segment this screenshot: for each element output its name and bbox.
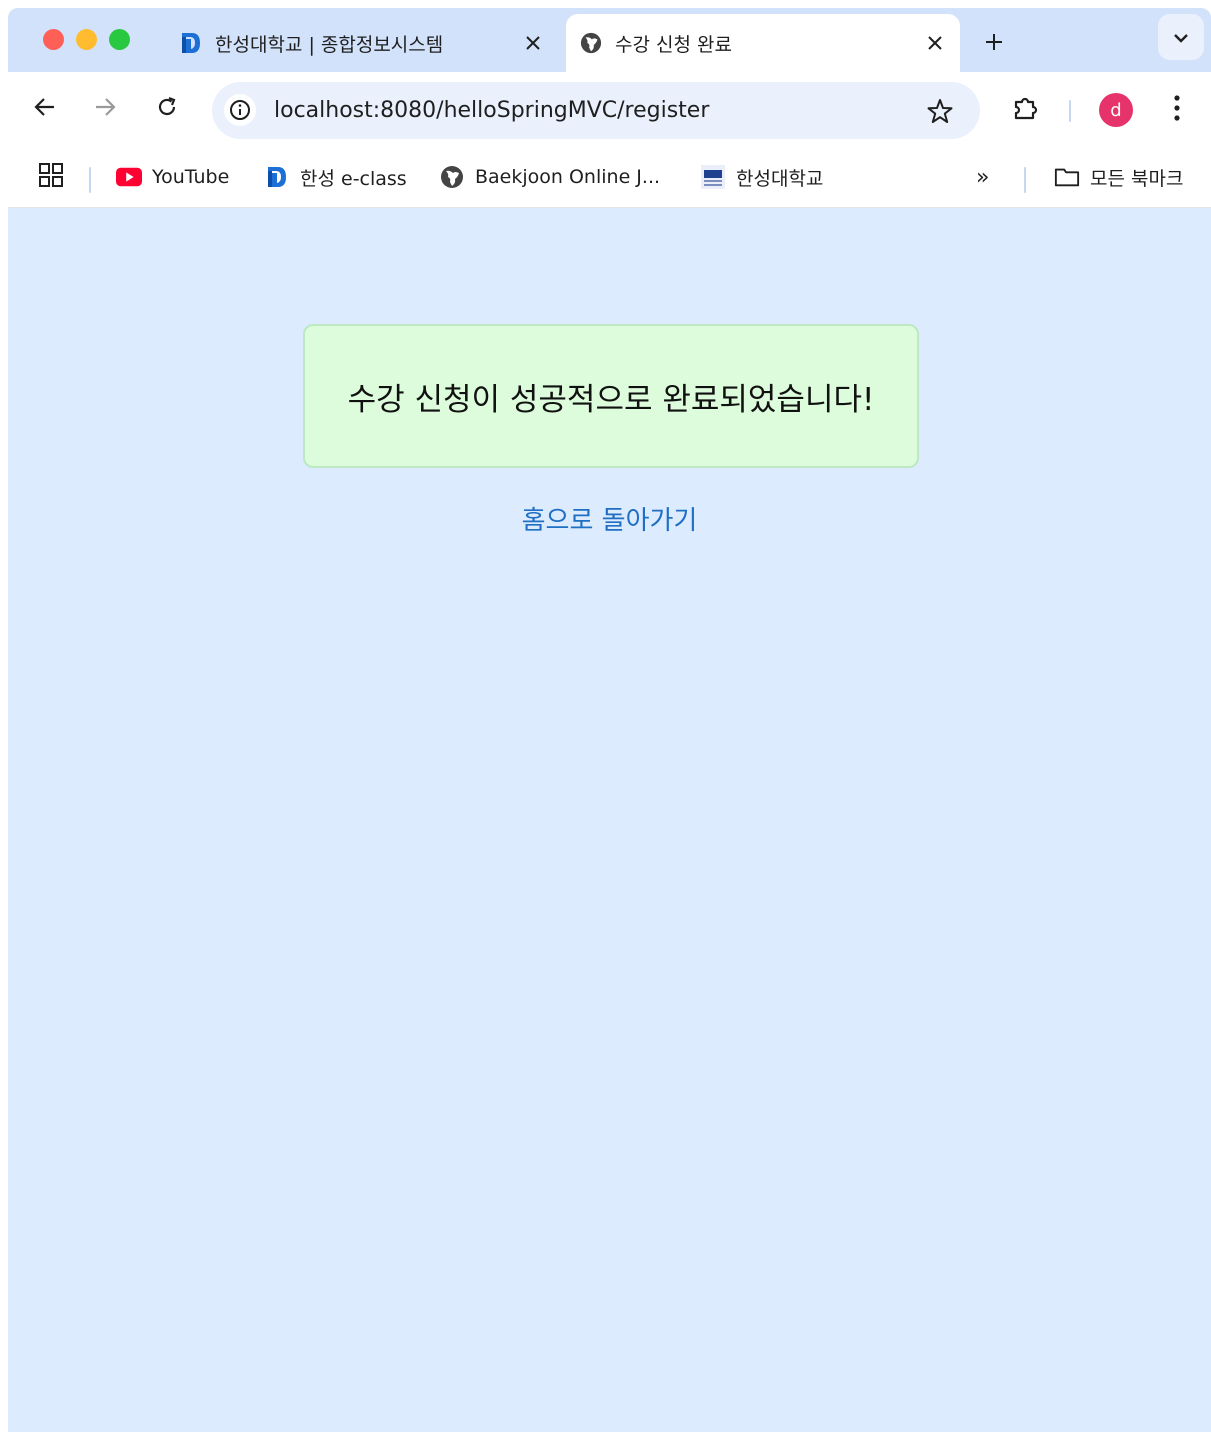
hsu-logo-icon xyxy=(700,164,726,190)
tab-strip: 한성대학교 | 종합정보시스템 수강 신청 완료 xyxy=(8,8,1211,72)
page-content: 수강 신청이 성공적으로 완료되었습니다! 홈으로 돌아가기 xyxy=(8,208,1211,1432)
puzzle-icon xyxy=(1012,94,1040,126)
apps-grid-icon xyxy=(38,162,64,193)
new-tab-button[interactable] xyxy=(980,28,1008,56)
bookmark-hansung-eclass[interactable]: 한성 e-class xyxy=(264,161,407,193)
globe-icon xyxy=(439,164,465,190)
bookmarks-divider xyxy=(1024,167,1026,193)
kebab-menu-icon xyxy=(1174,95,1180,125)
arrow-right-icon xyxy=(94,96,116,122)
back-button[interactable] xyxy=(28,92,62,126)
reload-button[interactable] xyxy=(150,92,184,126)
bookmarks-overflow-button[interactable]: » xyxy=(976,161,989,193)
close-window-button[interactable] xyxy=(43,29,64,50)
more-menu-button[interactable] xyxy=(1164,92,1190,128)
star-icon[interactable] xyxy=(924,95,956,127)
chevron-down-icon xyxy=(1173,28,1189,47)
bookmark-youtube[interactable]: YouTube xyxy=(116,161,229,193)
reload-icon xyxy=(156,96,178,122)
bookmark-label: 한성 e-class xyxy=(300,167,407,190)
extensions-button[interactable] xyxy=(1008,92,1044,128)
toolbar: localhost:8080/helloSpringMVC/register d xyxy=(8,72,1211,149)
browser-window: 한성대학교 | 종합정보시스템 수강 신청 완료 localhost:8080/… xyxy=(8,8,1211,1432)
forward-button[interactable] xyxy=(88,92,122,126)
hansung-logo-icon xyxy=(180,32,202,54)
bookmark-label: YouTube xyxy=(152,166,230,188)
arrow-left-icon xyxy=(34,96,56,122)
success-alert: 수강 신청이 성공적으로 완료되었습니다! xyxy=(303,324,919,468)
close-icon[interactable] xyxy=(922,30,948,56)
folder-icon xyxy=(1054,164,1080,190)
info-icon[interactable] xyxy=(224,94,256,126)
profile-avatar[interactable]: d xyxy=(1099,93,1133,127)
all-bookmarks-button[interactable]: 모든 북마크 xyxy=(1054,161,1183,193)
close-icon[interactable] xyxy=(520,30,546,56)
home-link[interactable]: 홈으로 돌아가기 xyxy=(8,500,1211,537)
apps-button[interactable] xyxy=(38,161,64,193)
maximize-window-button[interactable] xyxy=(109,29,130,50)
tab-register-complete[interactable]: 수강 신청 완료 xyxy=(566,14,960,72)
bookmark-label: Baekjoon Online J... xyxy=(475,166,661,188)
toolbar-divider xyxy=(1069,100,1071,122)
hansung-logo-icon xyxy=(264,164,290,190)
bookmarks-bar: YouTube 한성 e-class Baekjoon Online J... … xyxy=(8,149,1211,208)
tab-hansung-portal[interactable]: 한성대학교 | 종합정보시스템 xyxy=(166,14,558,72)
success-message: 수강 신청이 성공적으로 완료되었습니다! xyxy=(347,381,875,418)
youtube-icon xyxy=(116,164,142,190)
globe-icon xyxy=(580,32,602,54)
tab-title: 수강 신청 완료 xyxy=(615,33,732,56)
url-text[interactable]: localhost:8080/helloSpringMVC/register xyxy=(274,98,709,123)
address-bar[interactable]: localhost:8080/helloSpringMVC/register xyxy=(212,82,980,139)
tab-title: 한성대학교 | 종합정보시스템 xyxy=(215,33,444,56)
bookmark-baekjoon[interactable]: Baekjoon Online J... xyxy=(439,161,660,193)
bookmark-label: 모든 북마크 xyxy=(1090,167,1184,190)
bookmarks-divider xyxy=(89,167,91,193)
minimize-window-button[interactable] xyxy=(76,29,97,50)
bookmark-hansung-univ[interactable]: 한성대학교 xyxy=(700,161,823,193)
bookmark-label: 한성대학교 xyxy=(736,167,824,190)
tab-search-button[interactable] xyxy=(1158,14,1204,60)
